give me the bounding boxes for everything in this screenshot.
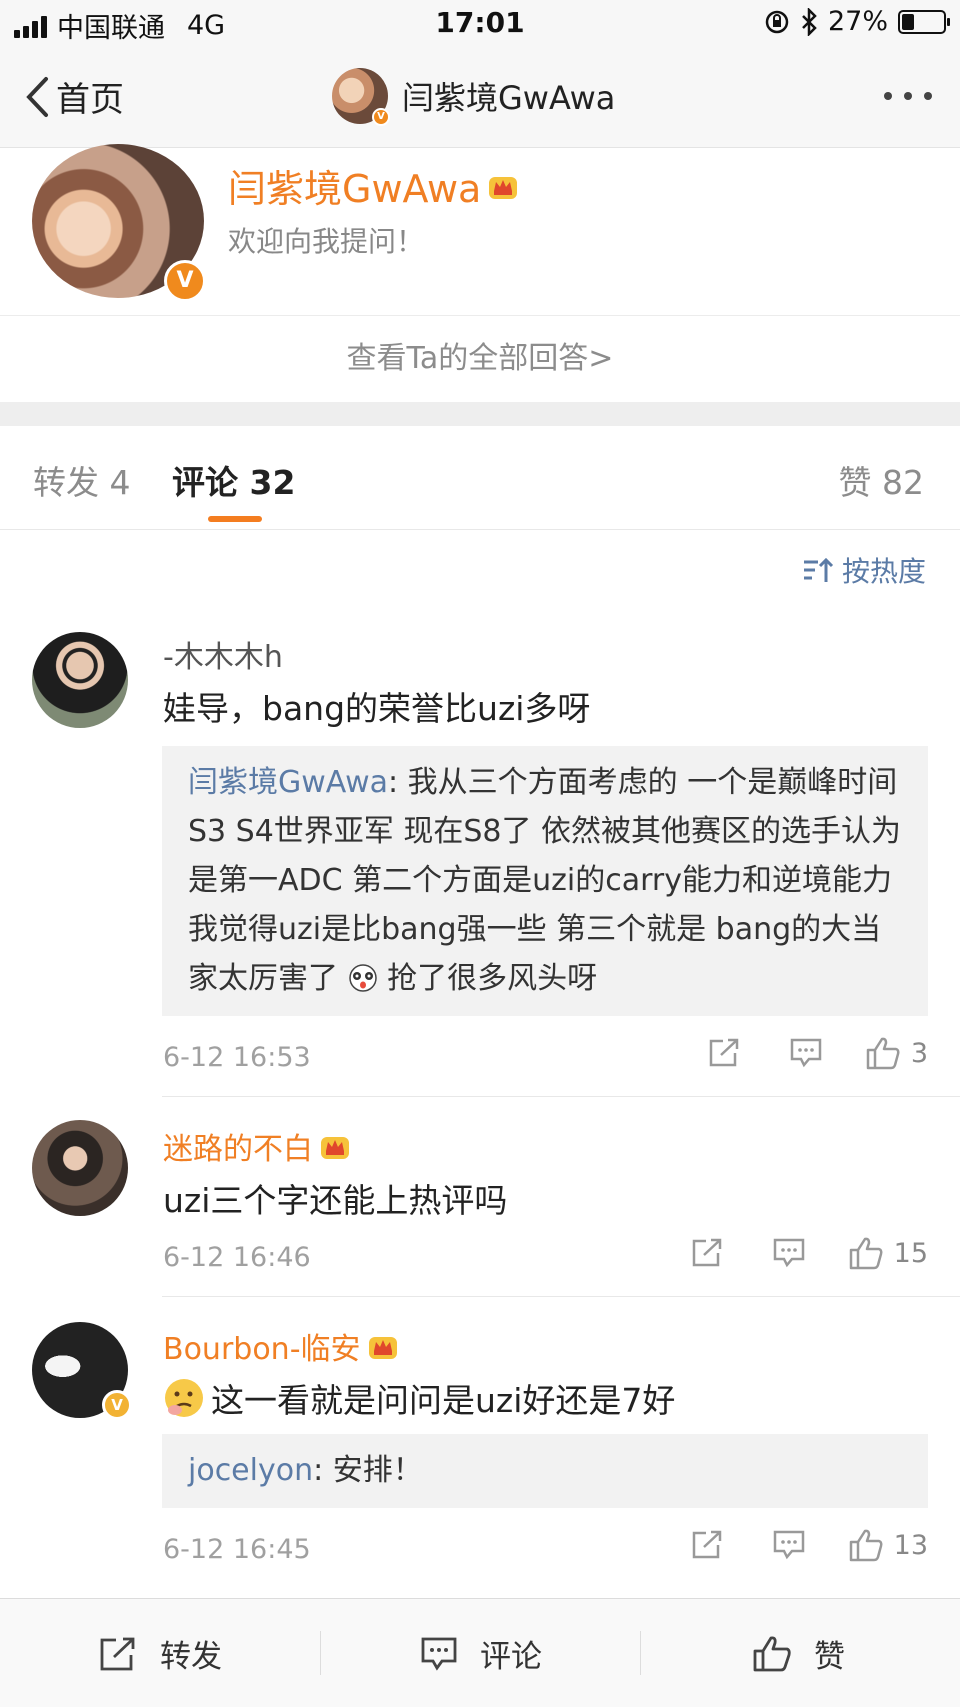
- comment-author[interactable]: -木木木h: [163, 632, 283, 676]
- reply-text: : 安排！: [313, 1453, 423, 1488]
- view-all-answers-link[interactable]: 查看Ta的全部回答>: [0, 316, 960, 402]
- reply-icon[interactable]: [772, 1529, 806, 1561]
- sort-label: 按热度: [841, 555, 926, 588]
- comment-text-body: 这一看就是问问是uzi好还是7好: [211, 1381, 676, 1420]
- bottom-separator: [640, 1631, 641, 1675]
- comment-author-text: 迷路的不白: [163, 1132, 313, 1167]
- reply-author[interactable]: 闫紫境GwAwa: [188, 765, 388, 800]
- profile-name-text: 闫紫境GwAwa: [228, 167, 482, 211]
- thumbs-up-icon: [849, 1529, 883, 1562]
- comment-label: 评论: [480, 1639, 542, 1675]
- status-right: 27%: [764, 6, 950, 37]
- comment-actions: 3: [707, 1036, 928, 1070]
- question-profile: V 闫紫境GwAwa 欢迎向我提问！: [0, 144, 960, 316]
- share-icon[interactable]: [690, 1529, 724, 1561]
- comment-actions: 13: [690, 1528, 928, 1562]
- like-count: 13: [893, 1529, 928, 1561]
- tab-bar: 转发 4 评论 32 赞 82: [0, 426, 960, 530]
- comment-avatar[interactable]: [32, 1120, 128, 1216]
- like-button[interactable]: 赞: [752, 1599, 845, 1707]
- comment-time: 6-12 16:46: [163, 1242, 311, 1273]
- reply-icon[interactable]: [789, 1037, 823, 1069]
- profile-avatar[interactable]: V: [32, 144, 206, 302]
- thumbs-up-icon: [866, 1037, 900, 1070]
- tab-comment[interactable]: 评论 32: [172, 456, 295, 504]
- nav-avatar[interactable]: V: [332, 68, 390, 126]
- comment-text: 这一看就是问问是uzi好还是7好: [163, 1374, 675, 1422]
- comment-actions: 15: [690, 1236, 928, 1270]
- comment-time: 6-12 16:45: [163, 1534, 311, 1565]
- comment-author[interactable]: 迷路的不白: [163, 1124, 351, 1168]
- verified-icon: V: [372, 108, 390, 126]
- nav-bar: 首页 V 闫紫境GwAwa: [0, 48, 960, 148]
- bottom-action-bar: 转发 评论 赞: [0, 1598, 960, 1707]
- tab-like[interactable]: 赞 82: [839, 456, 924, 504]
- verified-icon: V: [102, 1390, 132, 1420]
- verified-icon: V: [164, 260, 206, 302]
- thumbs-up-icon: [849, 1237, 883, 1270]
- comment-avatar[interactable]: V: [32, 1322, 132, 1420]
- repost-label: 转发: [160, 1639, 222, 1675]
- section-gap: [0, 402, 960, 426]
- orientation-lock-icon: [765, 10, 789, 33]
- comment-divider: [162, 1096, 960, 1097]
- battery-icon: [898, 9, 950, 34]
- reply-quote[interactable]: 闫紫境GwAwa: 我从三个方面考虑的 一个是巅峰时间 S3 S4世界亚军 现在…: [162, 746, 928, 1016]
- comment-text: 娃导，bang的荣誉比uzi多呀: [163, 689, 591, 728]
- repost-button[interactable]: 转发: [98, 1599, 222, 1707]
- nav-title: V 闫紫境GwAwa: [332, 68, 616, 126]
- chevron-left-icon: [26, 76, 48, 117]
- share-icon[interactable]: [707, 1037, 741, 1069]
- like-count: 15: [893, 1237, 928, 1269]
- comment-author-text: Bourbon-临安: [163, 1332, 361, 1367]
- like-button[interactable]: 3: [865, 1036, 928, 1070]
- like-label: 赞: [814, 1639, 845, 1675]
- panda-emoji-icon: [348, 964, 377, 992]
- profile-name[interactable]: 闫紫境GwAwa: [228, 158, 519, 213]
- comment-divider: [162, 1296, 960, 1297]
- like-button[interactable]: 13: [848, 1528, 928, 1562]
- bluetooth-icon: [802, 7, 817, 36]
- nav-title-text: 闫紫境GwAwa: [402, 79, 616, 117]
- reply-text-tail: 抢了很多风头呀: [377, 961, 598, 996]
- share-icon: [100, 1637, 135, 1670]
- more-icon[interactable]: [884, 92, 932, 100]
- comment-button[interactable]: 评论: [420, 1599, 542, 1707]
- back-button[interactable]: 首页: [24, 72, 124, 121]
- like-count: 3: [910, 1037, 928, 1069]
- reply-quote[interactable]: jocelyon: 安排！: [162, 1434, 928, 1508]
- bottom-separator: [320, 1631, 321, 1675]
- thinking-emoji-icon: [165, 1379, 203, 1417]
- profile-subtitle: 欢迎向我提问！: [228, 225, 425, 258]
- comment-time: 6-12 16:53: [163, 1042, 311, 1073]
- comment-icon: [421, 1637, 457, 1671]
- share-icon[interactable]: [690, 1237, 724, 1269]
- tab-repost[interactable]: 转发 4: [33, 456, 131, 504]
- comment-text: uzi三个字还能上热评吗: [163, 1181, 508, 1220]
- vip-crown-icon: [321, 1137, 349, 1159]
- comment-avatar[interactable]: [32, 632, 128, 728]
- reply-icon[interactable]: [772, 1237, 806, 1269]
- sort-button[interactable]: 按热度: [802, 550, 926, 590]
- active-tab-indicator: [208, 516, 262, 522]
- thumbs-up-icon: [753, 1635, 791, 1671]
- vip-crown-icon: [368, 1337, 397, 1359]
- status-bar: 中国联通 4G 17:01 27%: [0, 0, 960, 48]
- comment-author[interactable]: Bourbon-临安: [163, 1324, 399, 1368]
- reply-author[interactable]: jocelyon: [188, 1453, 313, 1488]
- battery-percent: 27%: [827, 6, 888, 37]
- vip-crown-icon: [489, 176, 518, 199]
- like-button[interactable]: 15: [848, 1236, 928, 1270]
- sort-icon: [803, 557, 834, 582]
- back-label: 首页: [56, 80, 124, 120]
